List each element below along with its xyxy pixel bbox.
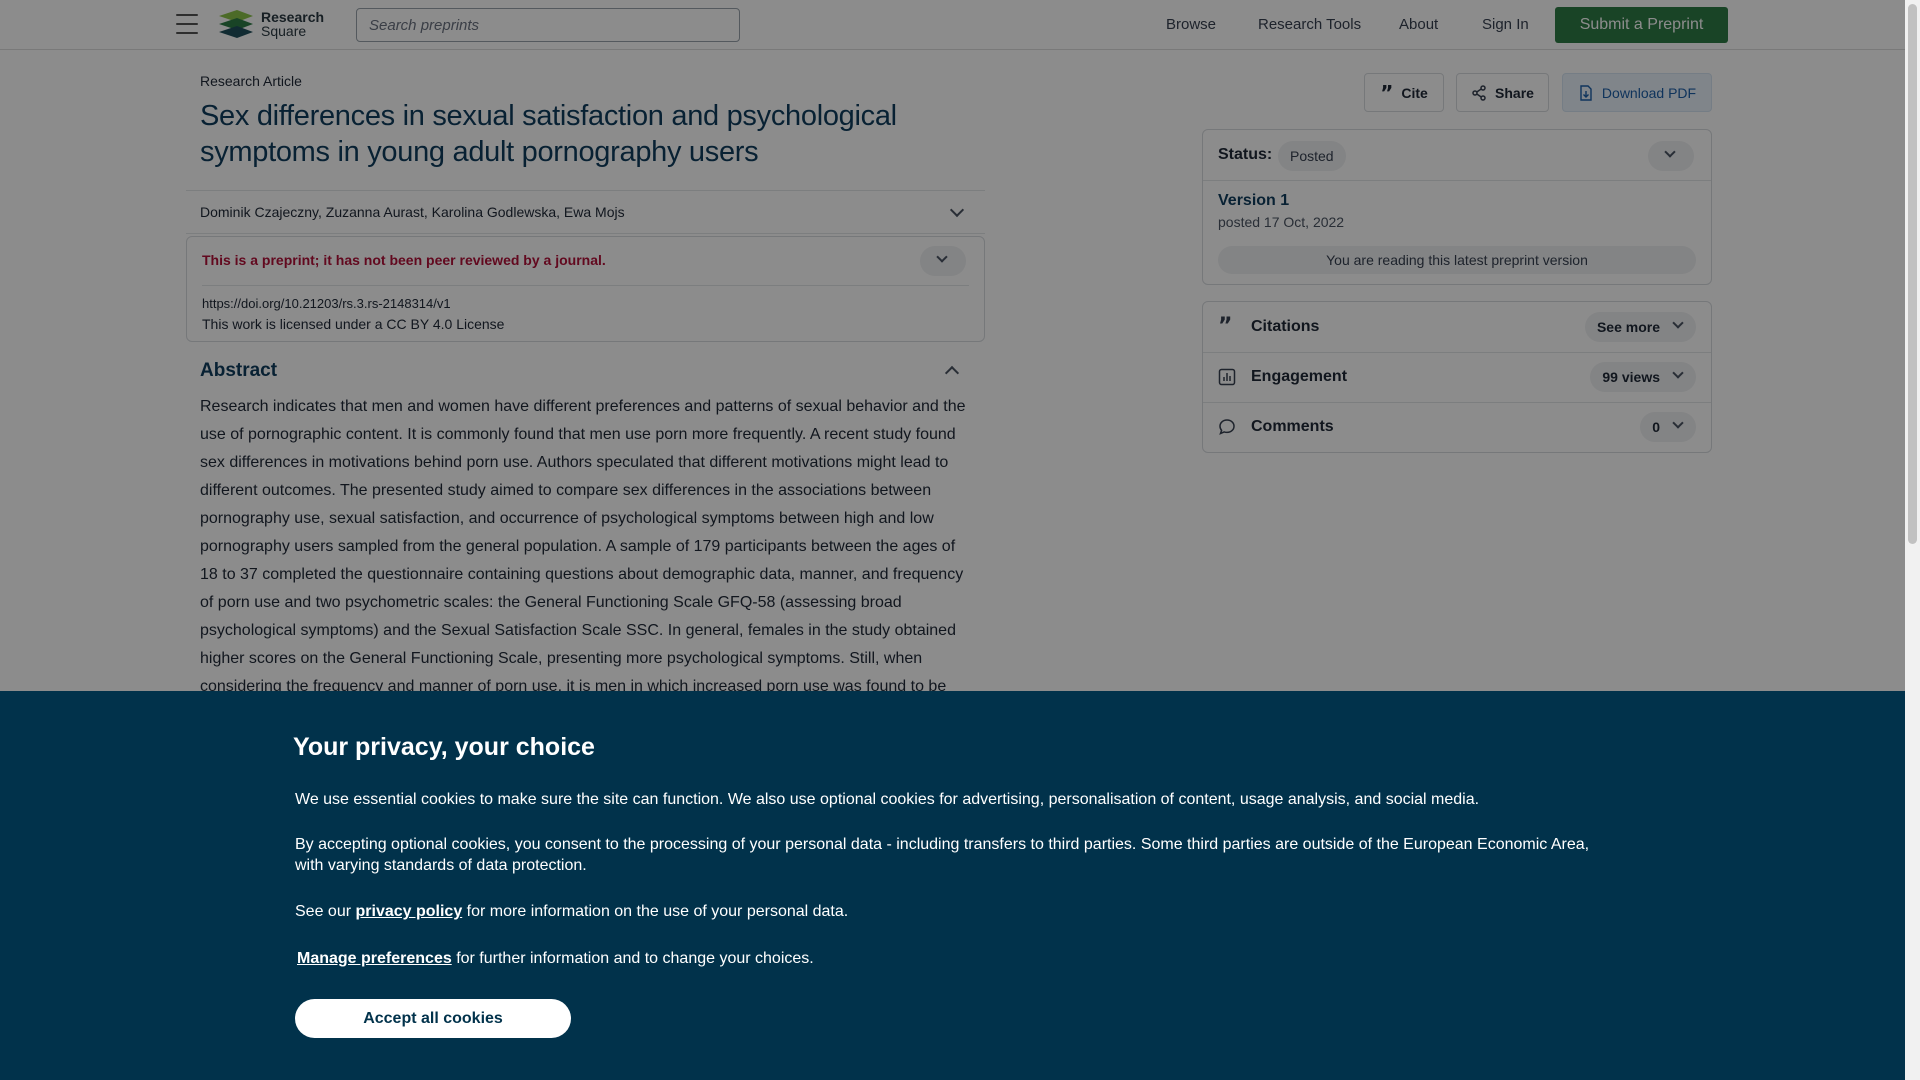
cookie-paragraph-privacy: See our privacy policy for more informat… — [295, 901, 1615, 922]
privacy-policy-link[interactable]: privacy policy — [356, 903, 463, 920]
cookie-paragraph-consent: By accepting optional cookies, you conse… — [295, 836, 1590, 874]
cookie-paragraph-essential: We use essential cookies to make sure th… — [295, 791, 1480, 808]
accept-all-cookies-button[interactable]: Accept all cookies — [295, 999, 571, 1038]
cookie-banner: Your privacy, your choice We use essenti… — [0, 691, 1905, 1080]
privacy-text-before: See our — [295, 903, 352, 920]
cookie-paragraph-preferences: Manage preferences for further informati… — [297, 948, 1617, 969]
privacy-text-after: for more information on the use of your … — [466, 903, 849, 920]
page-scrollbar[interactable] — [1905, 0, 1920, 1080]
cookie-title: Your privacy, your choice — [293, 733, 595, 761]
preferences-text-after: for further information and to change yo… — [456, 950, 814, 967]
manage-preferences-link[interactable]: Manage preferences — [297, 950, 452, 967]
scrollbar-thumb[interactable] — [1908, 4, 1917, 544]
